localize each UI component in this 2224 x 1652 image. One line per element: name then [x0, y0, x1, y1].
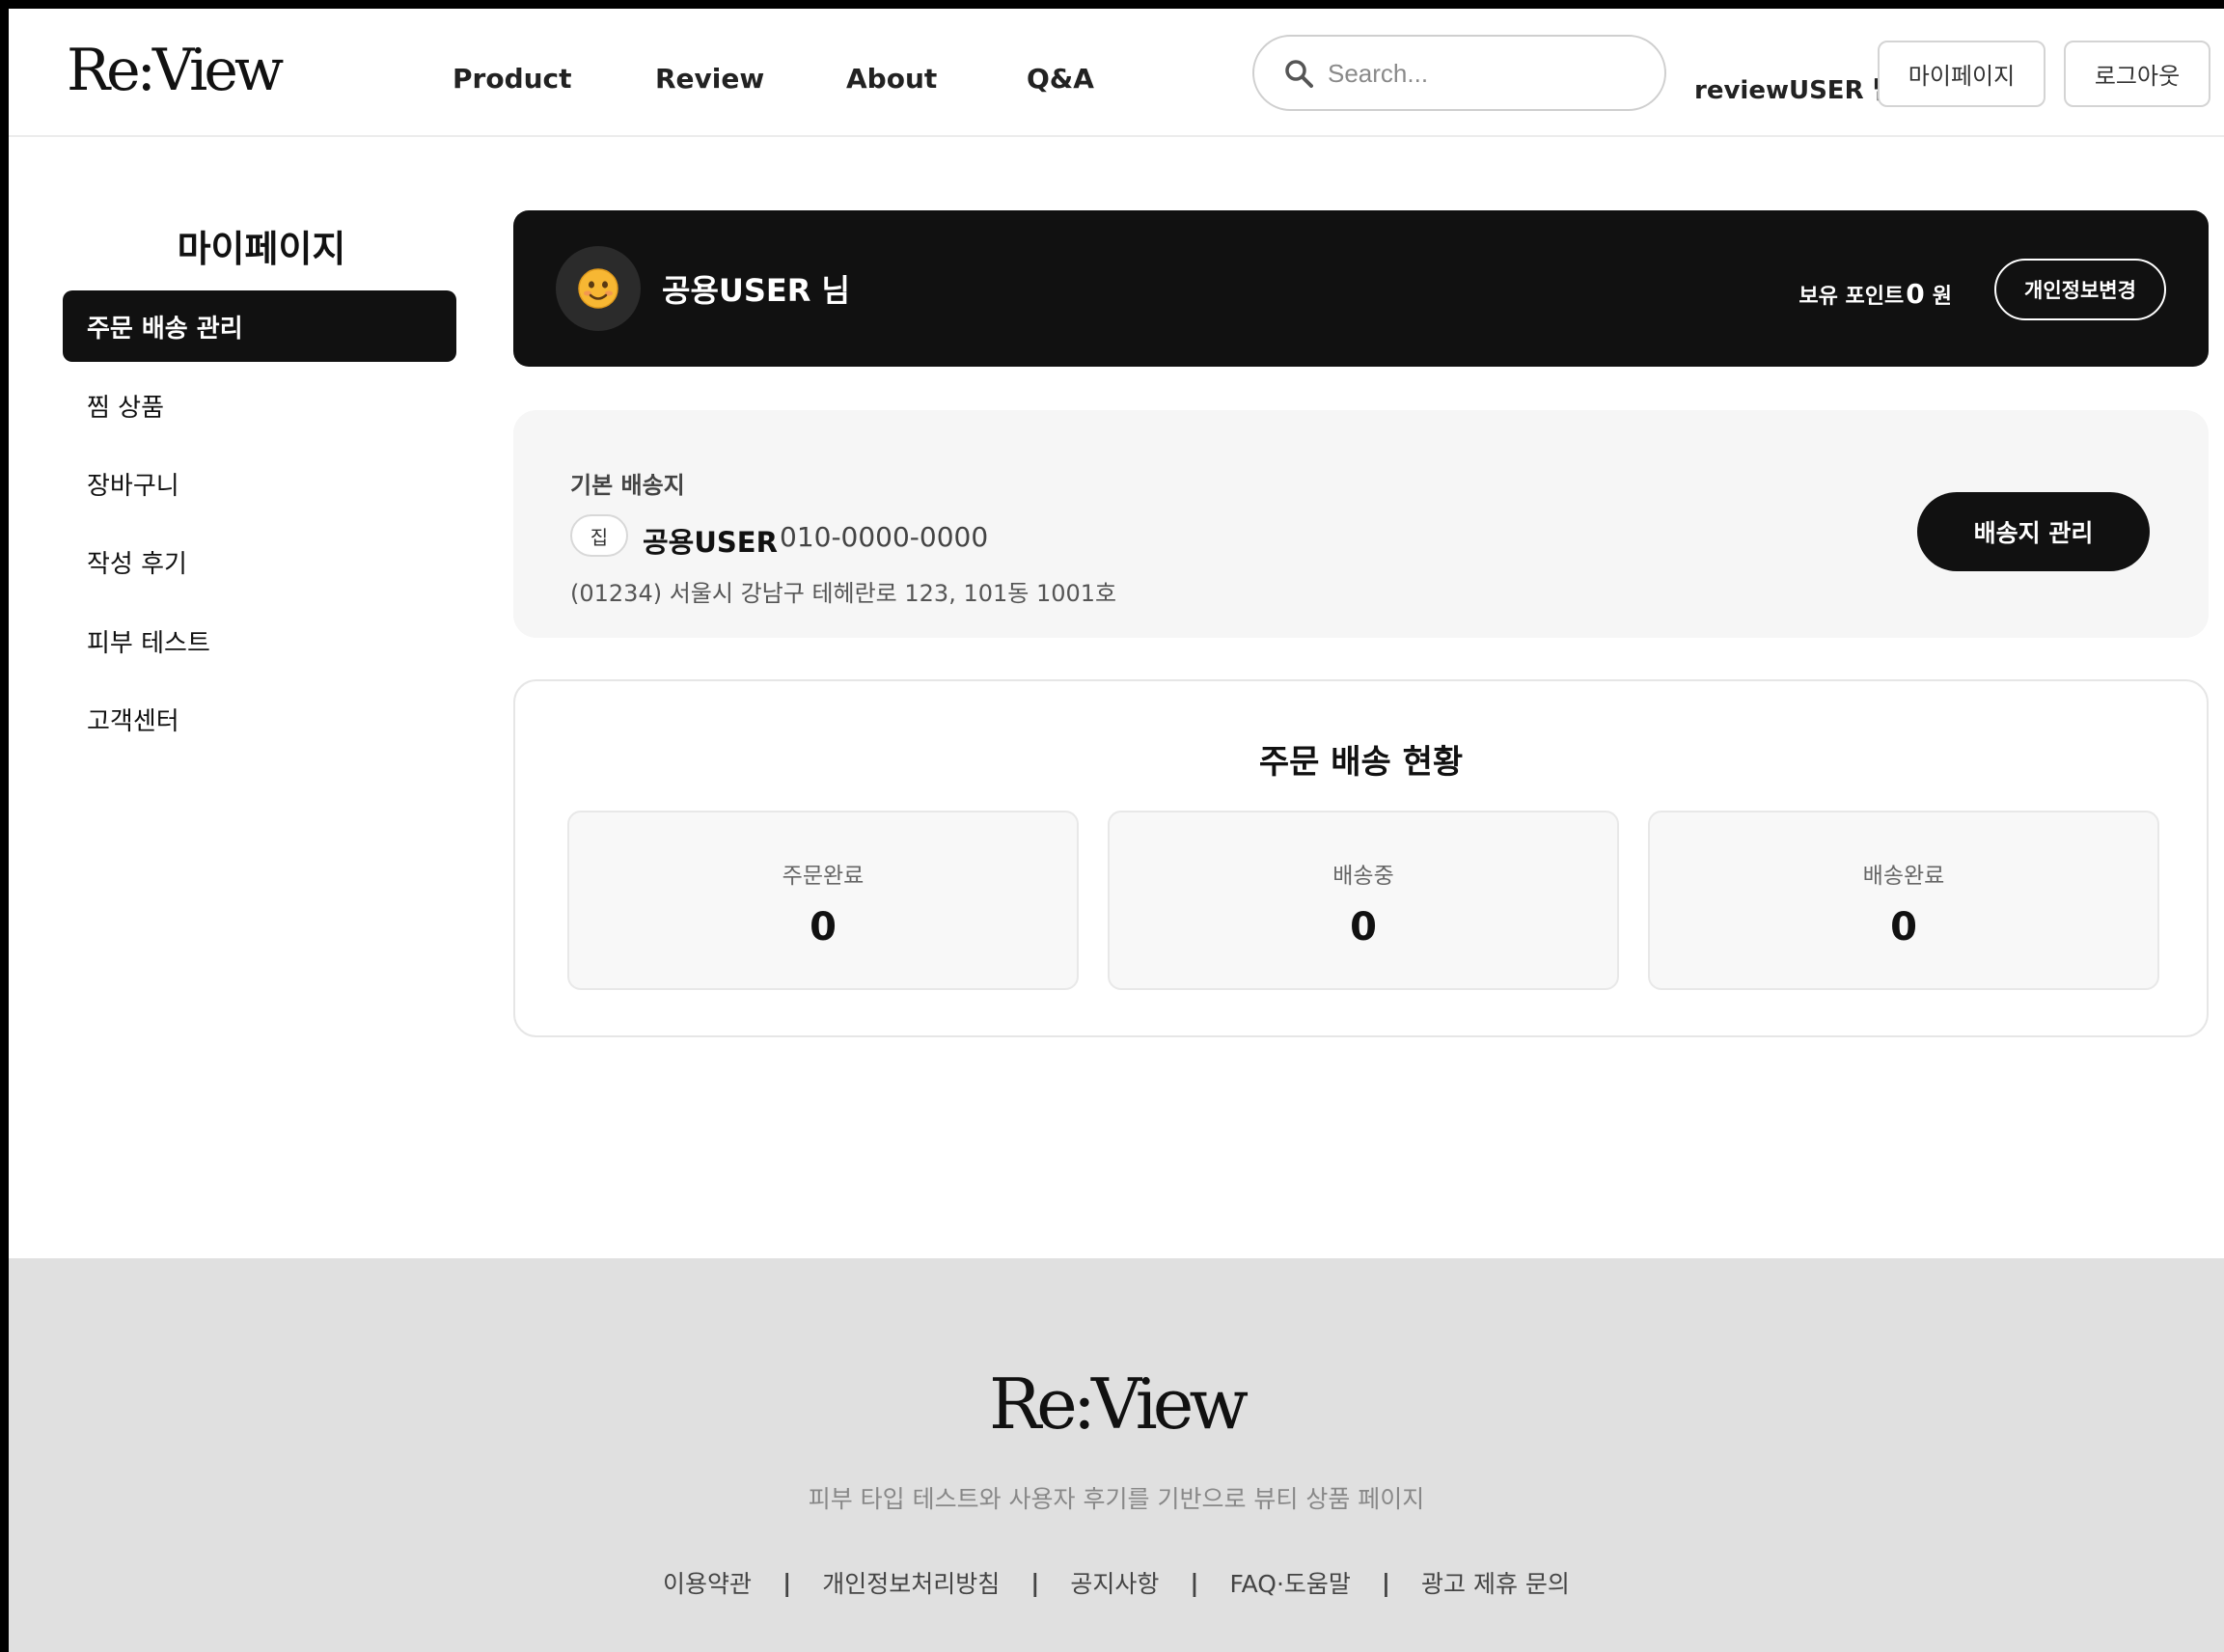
- points-unit: 원: [1932, 285, 1952, 309]
- sidebar-title: 마이페이지: [177, 228, 346, 270]
- mypage-button[interactable]: 마이페이지: [1878, 41, 2046, 107]
- nav-product[interactable]: Product: [453, 63, 572, 95]
- footer-link-terms[interactable]: 이용약관: [663, 1565, 752, 1600]
- footer-separator: |: [1030, 1568, 1040, 1597]
- address-phone: 010-0000-0000: [780, 521, 989, 553]
- points-label: 보유 포인트: [1798, 285, 1905, 309]
- stat-label: 배송중: [1332, 864, 1394, 889]
- site-header: Re:View Product Review About Q&A reviewU…: [9, 9, 2224, 137]
- default-address-card: 기본 배송지 집 공용USER 010-0000-0000 (01234) 서울…: [513, 410, 2209, 638]
- footer-description: 피부 타입 테스트와 사용자 후기를 기반으로 뷰티 상품 페이지: [808, 1485, 1425, 1513]
- sidebar-item-cart[interactable]: 장바구니: [63, 448, 456, 519]
- avatar: [556, 246, 641, 331]
- footer-separator: |: [1381, 1568, 1391, 1597]
- points-value: 0: [1906, 278, 1925, 310]
- search-box[interactable]: [1252, 35, 1666, 111]
- address-recipient: 공용USER: [643, 526, 778, 559]
- footer-link-ad-inquiry[interactable]: 광고 제휴 문의: [1421, 1565, 1570, 1600]
- edit-profile-button[interactable]: 개인정보변경: [1994, 259, 2166, 320]
- sidebar-item-wishlist[interactable]: 찜 상품: [63, 370, 456, 441]
- address-tag-badge: 집: [570, 514, 628, 557]
- points-display: 보유 포인트0 원: [1798, 278, 1952, 310]
- order-status-panel: 주문 배송 현황 주문완료 0 배송중 0 배송완료 0: [513, 679, 2209, 1037]
- footer-link-notice[interactable]: 공지사항: [1070, 1565, 1159, 1600]
- nav-review[interactable]: Review: [655, 63, 764, 95]
- sidebar-item-customer-center[interactable]: 고객센터: [63, 683, 456, 755]
- footer-separator: |: [1190, 1568, 1199, 1597]
- address-label: 기본 배송지: [570, 472, 685, 499]
- brand-logo[interactable]: Re:View: [67, 41, 284, 99]
- footer-link-privacy[interactable]: 개인정보처리방침: [822, 1565, 1000, 1600]
- stat-delivered[interactable]: 배송완료 0: [1648, 811, 2159, 990]
- footer-link-faq[interactable]: FAQ·도움말: [1230, 1565, 1351, 1600]
- smiling-face-icon: [578, 268, 618, 309]
- search-icon: [1283, 58, 1314, 89]
- stat-label: 주문완료: [782, 864, 865, 889]
- address-line: (01234) 서울시 강남구 테헤란로 123, 101동 1001호: [570, 580, 1117, 607]
- stat-shipping[interactable]: 배송중 0: [1108, 811, 1619, 990]
- stat-value: 0: [810, 905, 837, 950]
- order-status-title: 주문 배송 현황: [1258, 743, 1464, 782]
- stat-order-complete[interactable]: 주문완료 0: [567, 811, 1079, 990]
- nav-qna[interactable]: Q&A: [1027, 63, 1094, 95]
- site-footer: Re:View 피부 타입 테스트와 사용자 후기를 기반으로 뷰티 상품 페이…: [9, 1258, 2224, 1652]
- profile-name: 공용USER 님: [662, 272, 850, 309]
- footer-separator: |: [783, 1568, 792, 1597]
- search-input[interactable]: [1328, 50, 1636, 96]
- footer-logo: Re:View: [988, 1363, 1249, 1445]
- stat-label: 배송완료: [1862, 864, 1945, 889]
- profile-banner: 공용USER 님 보유 포인트0 원 개인정보변경: [513, 210, 2209, 367]
- page: Re:View Product Review About Q&A reviewU…: [9, 9, 2224, 1652]
- sidebar-item-skin-test[interactable]: 피부 테스트: [63, 605, 456, 676]
- stat-value: 0: [1890, 905, 1917, 950]
- header-username: reviewUSER 님: [1694, 76, 1896, 105]
- logout-button[interactable]: 로그아웃: [2064, 41, 2210, 107]
- footer-links: 이용약관 | 개인정보처리방침 | 공지사항 | FAQ·도움말 | 광고 제휴…: [9, 1565, 2224, 1600]
- manage-address-button[interactable]: 배송지 관리: [1917, 492, 2150, 571]
- sidebar-item-orders[interactable]: 주문 배송 관리: [63, 290, 456, 362]
- nav-about[interactable]: About: [846, 63, 937, 95]
- stat-value: 0: [1350, 905, 1377, 950]
- sidebar-item-reviews[interactable]: 작성 후기: [63, 526, 456, 597]
